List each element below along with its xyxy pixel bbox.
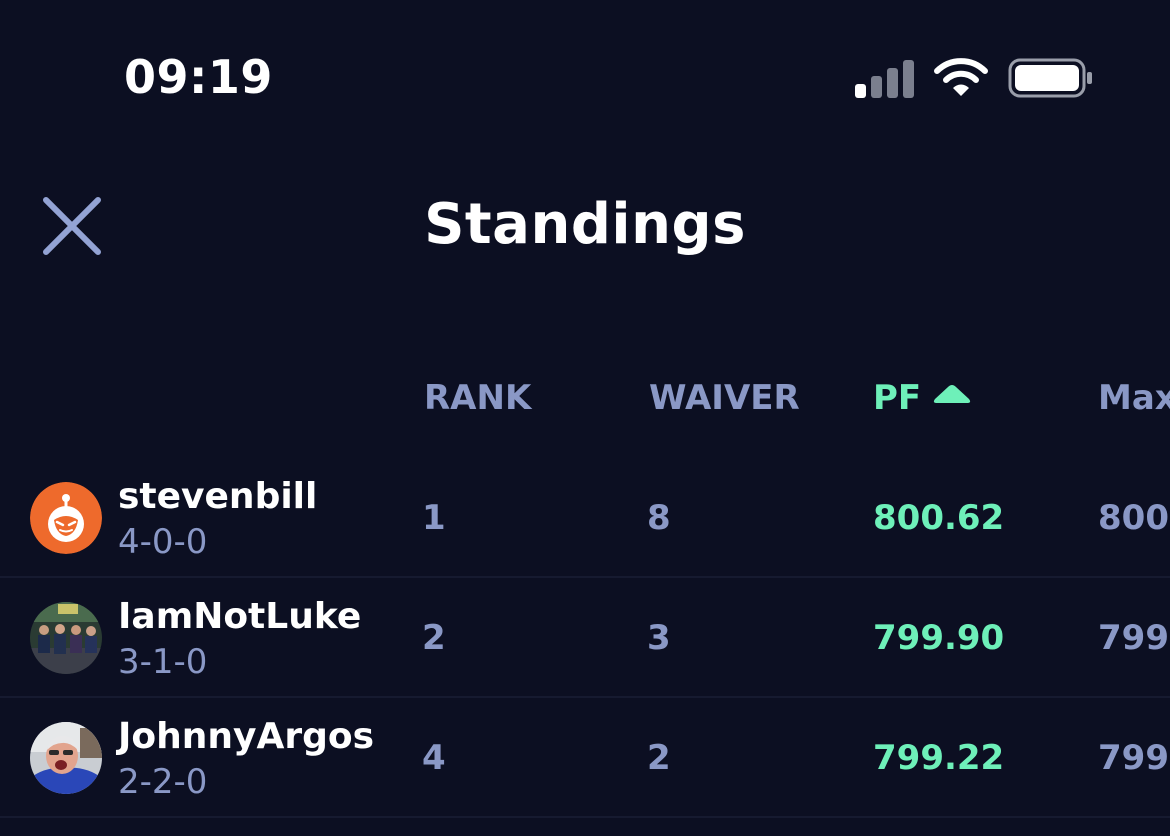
group-photo-avatar <box>30 602 102 674</box>
pf-value: 799.22 <box>873 738 1005 778</box>
row-divider <box>0 816 1170 818</box>
rank-value: 2 <box>422 618 446 658</box>
robot-avatar-icon <box>30 482 102 554</box>
max-pf-value: 799. <box>1098 618 1170 658</box>
status-time: 09:19 <box>124 50 273 104</box>
rank-value: 1 <box>422 498 446 538</box>
max-pf-value: 800 <box>1098 498 1169 538</box>
column-header-waiver[interactable]: WAIVER <box>649 378 800 418</box>
sort-ascending-icon[interactable] <box>932 383 972 405</box>
team-name: stevenbill <box>118 476 318 517</box>
team-record: 4-0-0 <box>118 522 208 562</box>
page-title: Standings <box>424 192 746 257</box>
rank-value: 4 <box>422 738 446 778</box>
avatar <box>30 722 102 794</box>
waiver-value: 2 <box>647 738 671 778</box>
avatar <box>30 602 102 674</box>
pf-value: 800.62 <box>873 498 1005 538</box>
battery-icon <box>1008 58 1092 98</box>
standings-row[interactable]: stevenbill 4-0-0 1 8 800.62 800 <box>0 458 1170 578</box>
pf-value: 799.90 <box>873 618 1005 658</box>
column-header-max[interactable]: Max <box>1098 378 1170 418</box>
column-header-pf[interactable]: PF <box>873 378 921 418</box>
standings-row[interactable]: IamNotLuke 3-1-0 2 3 799.90 799. <box>0 578 1170 698</box>
team-name: JohnnyArgos <box>118 716 375 757</box>
avatar <box>30 482 102 554</box>
team-name: IamNotLuke <box>118 596 362 637</box>
standings-row[interactable]: JohnnyArgos 2-2-0 4 2 799.22 799. <box>0 698 1170 818</box>
cellular-signal-icon <box>855 58 915 98</box>
wifi-icon <box>934 58 988 96</box>
standings-screen: 09:19 Standings RANK WAIVER PF Max steve… <box>0 0 1170 836</box>
waiver-value: 8 <box>647 498 671 538</box>
team-record: 3-1-0 <box>118 642 208 682</box>
column-header-rank[interactable]: RANK <box>424 378 531 418</box>
max-pf-value: 799. <box>1098 738 1170 778</box>
person-photo-avatar <box>30 722 102 794</box>
team-record: 2-2-0 <box>118 762 208 802</box>
waiver-value: 3 <box>647 618 671 658</box>
